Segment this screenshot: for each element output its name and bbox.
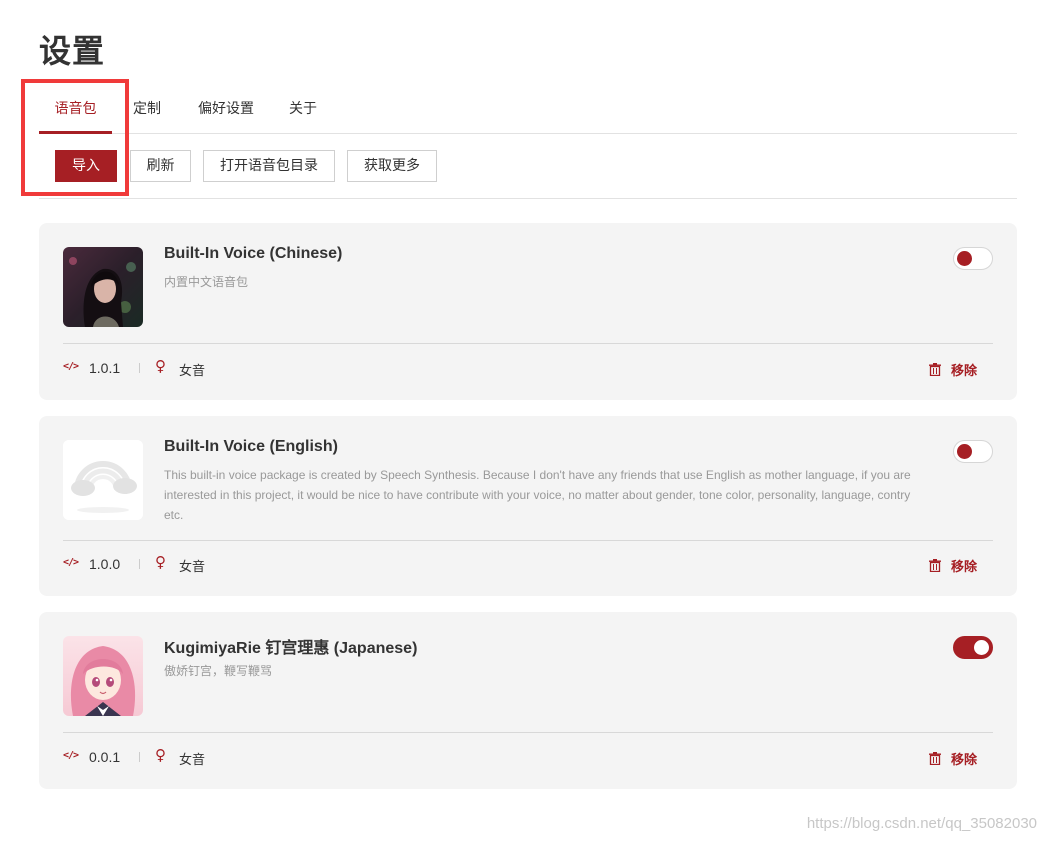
remove-button[interactable]: 移除 [928, 359, 977, 379]
toggle-knob [974, 640, 989, 655]
voice-pack-footer: </> 0.0.1 ♀ 女音 移除 [63, 746, 993, 770]
open-voice-dir-button[interactable]: 打开语音包目录 [203, 150, 335, 182]
voice-pack-card: Built-In Voice (English) This built-in v… [39, 416, 1017, 596]
trash-icon [928, 752, 941, 765]
female-icon: ♀ [155, 357, 166, 375]
voice-pack-description: 内置中文语音包 [164, 275, 249, 289]
gender-text: 女音 [179, 364, 206, 379]
toggle-knob [957, 251, 972, 266]
voice-pack-card: KugimiyaRie 钉宫理惠 (Japanese) 傲娇钉宫，鞭写鞭骂 </… [39, 612, 1017, 789]
tab-about[interactable]: 关于 [285, 86, 321, 133]
code-icon: </> [63, 361, 79, 372]
tab-voice-packs[interactable]: 语音包 [39, 86, 112, 134]
tab-bar: 语音包 定制 偏好设置 关于 [39, 86, 1017, 134]
trash-icon [928, 559, 941, 572]
voice-pack-footer: </> 1.0.1 ♀ 女音 移除 [63, 357, 993, 381]
remove-label: 移除 [950, 364, 977, 379]
gender-text: 女音 [179, 560, 206, 575]
voice-pack-card: Built-In Voice (Chinese) 内置中文语音包 </> 1.0… [39, 223, 1017, 400]
avatar [63, 636, 143, 716]
divider [63, 540, 993, 541]
tab-preferences[interactable]: 偏好设置 [193, 86, 259, 133]
enable-toggle[interactable] [953, 636, 993, 659]
female-icon: ♀ [155, 746, 166, 764]
version-text: 0.0.1 [89, 749, 121, 765]
avatar [63, 247, 143, 327]
separator [139, 363, 140, 373]
voice-pack-description: 傲娇钉宫，鞭写鞭骂 [164, 664, 273, 678]
voice-pack-footer: </> 1.0.0 ♀ 女音 移除 [63, 553, 993, 577]
separator [139, 752, 140, 762]
version-text: 1.0.1 [89, 360, 121, 376]
divider [63, 732, 993, 733]
remove-label: 移除 [950, 753, 977, 768]
female-icon: ♀ [155, 553, 166, 571]
toggle-knob [957, 444, 972, 459]
toolbar: 导入 刷新 打开语音包目录 获取更多 [39, 134, 1017, 199]
refresh-button[interactable]: 刷新 [130, 150, 191, 182]
gender-text: 女音 [179, 753, 206, 768]
enable-toggle[interactable] [953, 440, 993, 463]
code-icon: </> [63, 750, 79, 761]
divider [63, 343, 993, 344]
trash-icon [928, 363, 941, 376]
voice-pack-title: KugimiyaRie 钉宫理惠 (Japanese) [164, 640, 418, 657]
voice-pack-title: Built-In Voice (Chinese) [164, 245, 343, 262]
remove-button[interactable]: 移除 [928, 555, 977, 575]
import-button[interactable]: 导入 [55, 150, 117, 182]
code-icon: </> [63, 557, 79, 568]
tab-customize[interactable]: 定制 [127, 86, 167, 133]
remove-label: 移除 [950, 560, 977, 575]
enable-toggle[interactable] [953, 247, 993, 270]
separator [139, 559, 140, 569]
voice-pack-title: Built-In Voice (English) [164, 438, 338, 455]
watermark: https://blog.csdn.net/qq_35082030 [806, 815, 1037, 832]
avatar [63, 440, 143, 520]
page-title: 设置 [39, 32, 106, 70]
voice-pack-description: This built-in voice package is created b… [164, 468, 911, 522]
get-more-button[interactable]: 获取更多 [347, 150, 437, 182]
remove-button[interactable]: 移除 [928, 748, 977, 768]
version-text: 1.0.0 [89, 556, 121, 572]
